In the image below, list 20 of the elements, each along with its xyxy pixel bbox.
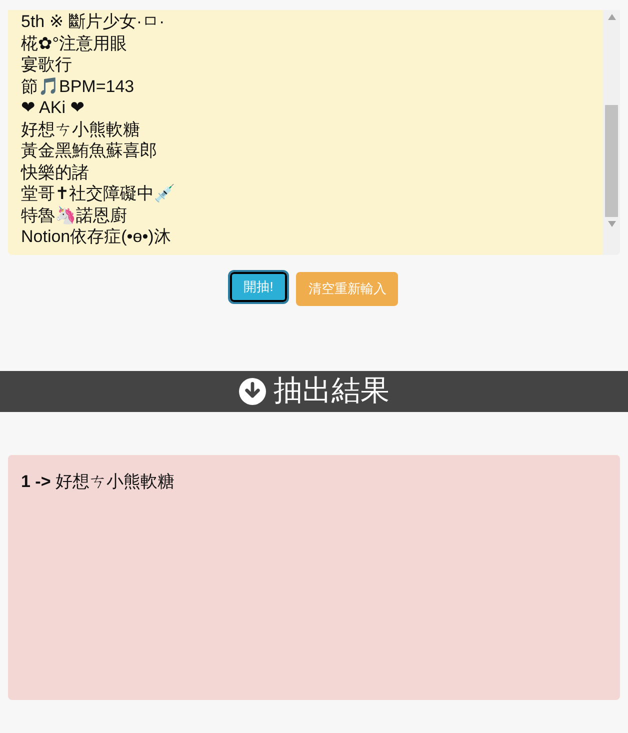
name-line: 特魯🦄諾恩廚: [21, 204, 127, 226]
results-textarea[interactable]: 1 -> 好想ㄘ小熊軟糖: [8, 455, 620, 700]
name-line: 堂哥✝社交障礙中💉: [21, 183, 176, 204]
name-line: 黃金黑鮪魚蘇喜郎: [21, 140, 157, 162]
name-line: 5th ※ 斷片少女·ㅁ·: [21, 11, 165, 32]
scroll-thumb[interactable]: [605, 105, 618, 217]
name-line: Notion依存症(•ө•)沐: [21, 226, 171, 248]
result-line: 1 -> 好想ㄘ小熊軟糖: [21, 471, 175, 493]
section-title: 抽出結果: [274, 374, 390, 409]
name-line: 節🎵BPM=143: [21, 76, 134, 97]
name-line: 好想ㄘ小熊軟糖: [21, 118, 140, 140]
names-textarea[interactable]: 5th ※ 斷片少女·ㅁ· 椛✿°注意用眼 宴歌行 節🎵BPM=143 ❤ AKi ❤ 好想ㄘ小熊軟糖 黃金黑鮪魚蘇喜郎 快樂的諸 堂哥✝社交障礙中💉 特魯🦄諾恩廚 Notion依存症(•ө•)沐: [8, 10, 620, 255]
name-line: ❤ AKi ❤: [21, 97, 84, 118]
name-line: 宴歌行: [21, 54, 72, 76]
name-line: 椛✿°注意用眼: [21, 32, 128, 54]
name-line: 快樂的諸: [21, 162, 89, 183]
arrow-down-circle-icon: [238, 378, 266, 405]
scrollbar[interactable]: [603, 10, 620, 255]
scroll-down-icon[interactable]: [608, 221, 616, 227]
scroll-up-icon[interactable]: [608, 14, 616, 20]
